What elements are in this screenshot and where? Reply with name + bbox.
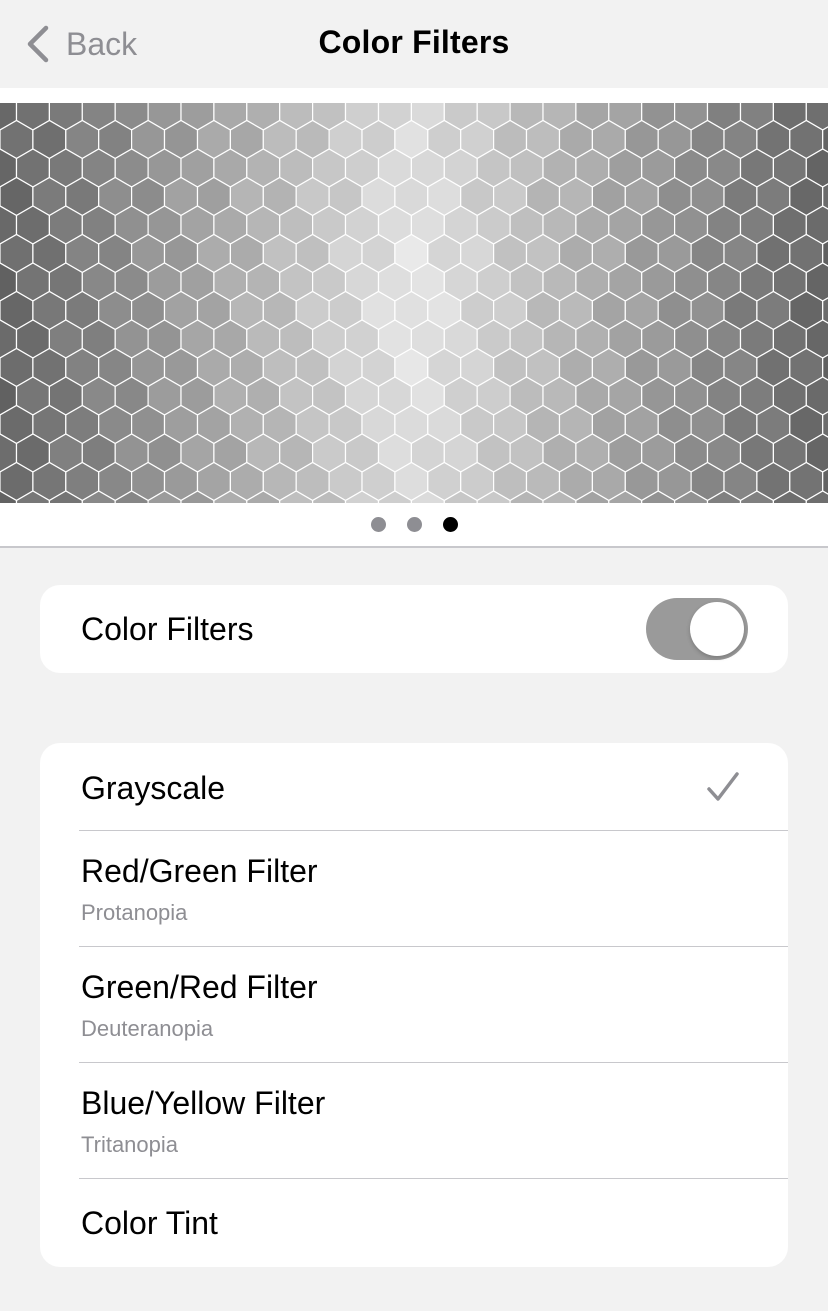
color-filters-switch[interactable]: [646, 598, 748, 660]
page-indicator[interactable]: [0, 517, 828, 535]
filter-option-title: Color Tint: [81, 1205, 218, 1241]
filter-option-red-green[interactable]: Red/Green Filter Protanopia: [40, 831, 788, 947]
page-dot-3-active[interactable]: [442, 517, 458, 532]
filter-option-subtitle: Protanopia: [81, 900, 188, 925]
filter-option-subtitle: Tritanopia: [81, 1132, 179, 1157]
page-dot-2[interactable]: [406, 517, 422, 532]
filter-option-blue-yellow[interactable]: Blue/Yellow Filter Tritanopia: [40, 1063, 788, 1179]
switch-knob: [690, 602, 744, 656]
filter-option-color-tint[interactable]: Color Tint: [40, 1179, 788, 1267]
filter-option-subtitle: Deuteranopia: [81, 1016, 214, 1041]
toggle-label: Color Filters: [81, 611, 254, 647]
filter-option-title: Red/Green Filter: [81, 853, 318, 889]
grayscale-hexagon-preview-image: [0, 103, 828, 503]
filter-option-grayscale[interactable]: Grayscale: [40, 743, 788, 831]
filter-option-green-red[interactable]: Green/Red Filter Deuteranopia: [40, 947, 788, 1063]
filter-preview[interactable]: [0, 88, 828, 548]
checkmark-icon: [707, 772, 739, 801]
filter-option-title: Blue/Yellow Filter: [81, 1085, 326, 1121]
divider: [0, 546, 828, 548]
page-title: Color Filters: [318, 24, 510, 60]
filter-option-title: Green/Red Filter: [81, 969, 318, 1005]
page-dot-1[interactable]: [370, 517, 386, 532]
filter-option-title: Grayscale: [81, 770, 226, 806]
filter-options-list: Grayscale Red/Green Filter Protanopia Gr…: [40, 743, 788, 1267]
color-filters-toggle-row: Color Filters: [40, 585, 788, 673]
navigation-bar: Back Color Filters: [0, 0, 828, 88]
